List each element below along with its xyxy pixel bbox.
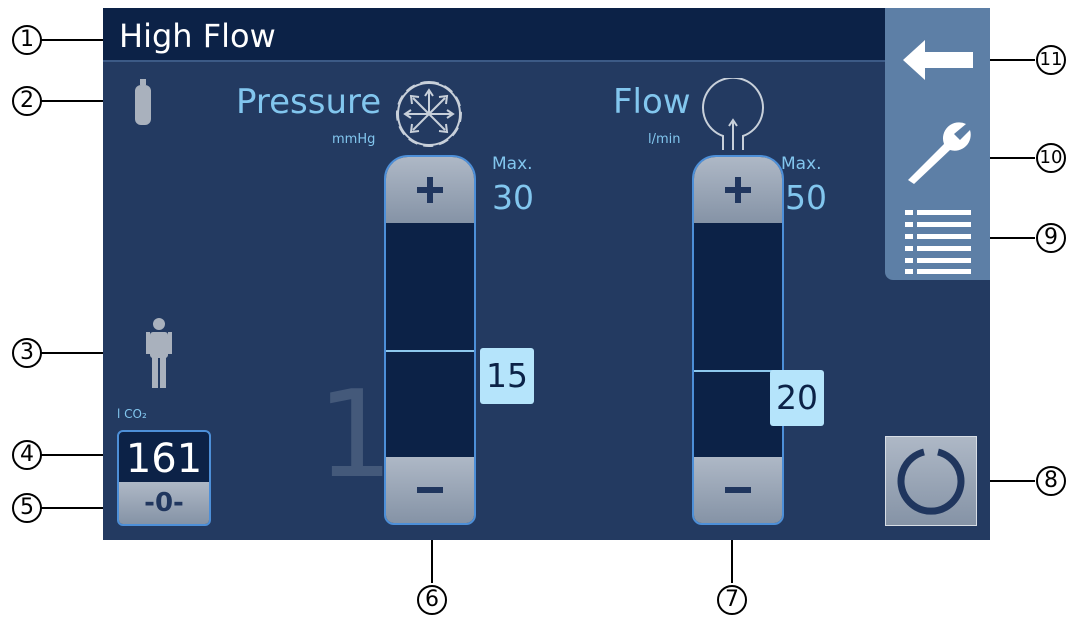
flow-max-label: Max. — [781, 154, 822, 174]
flow-max-value: 50 — [785, 178, 827, 217]
callout-7: 7 — [717, 585, 747, 615]
pressure-unit: mmHg — [332, 132, 376, 147]
flow-label: Flow — [613, 82, 691, 122]
back-button[interactable] — [885, 18, 990, 102]
wrench-icon — [907, 122, 971, 184]
pressure-max-label: Max. — [492, 154, 533, 174]
pressure-slider[interactable] — [384, 155, 476, 525]
mode-title: High Flow — [119, 17, 276, 55]
menu-button[interactable] — [885, 204, 990, 280]
callout-5: 5 — [12, 493, 42, 523]
radial-arrows-icon — [395, 81, 462, 147]
oxygen-cylinder-icon — [135, 79, 151, 125]
flow-level-line — [694, 370, 782, 372]
device-screen: High Flow Pressure mmHg Max. 30 15 Flow … — [103, 8, 990, 540]
pressure-max-value: 30 — [492, 178, 534, 217]
flow-unit: l/min — [648, 132, 681, 147]
back-arrow-icon — [902, 40, 973, 80]
callout-11: 11 — [1036, 45, 1066, 75]
flow-decrease-button[interactable] — [694, 457, 782, 523]
co2-volume-label: l CO₂ — [117, 407, 147, 421]
callout-2: 2 — [12, 86, 42, 116]
settings-button[interactable] — [885, 108, 990, 194]
minus-icon — [417, 487, 443, 493]
co2-volume-display: 161 -0- — [117, 430, 211, 526]
power-ring-icon — [897, 448, 965, 515]
power-button[interactable] — [885, 436, 977, 526]
flow-up-arrow-icon — [702, 78, 764, 150]
pressure-label: Pressure — [236, 82, 382, 122]
callout-9: 9 — [1036, 223, 1066, 253]
callout-10: 10 — [1036, 143, 1066, 173]
plus-icon — [725, 177, 751, 203]
co2-volume-value: 161 — [125, 436, 203, 482]
plus-icon — [417, 177, 443, 203]
side-panel — [885, 8, 990, 280]
callout-8: 8 — [1036, 466, 1066, 496]
menu-list-icon — [904, 210, 971, 274]
pressure-level-line — [386, 350, 474, 352]
flow-value: 20 — [770, 370, 824, 426]
minus-icon — [725, 487, 751, 493]
title-bar: High Flow — [103, 8, 885, 62]
callout-3: 3 — [12, 338, 42, 368]
callout-1: 1 — [12, 25, 42, 55]
callout-6: 6 — [417, 585, 447, 615]
callout-4: 4 — [12, 440, 42, 470]
stage-indicator: 1 — [317, 366, 394, 505]
flow-increase-button[interactable] — [694, 157, 782, 223]
pressure-increase-button[interactable] — [386, 157, 474, 223]
co2-reset-button[interactable]: -0- — [119, 482, 209, 524]
person-icon — [146, 318, 172, 388]
pressure-value: 15 — [480, 348, 534, 404]
pressure-decrease-button[interactable] — [386, 457, 474, 523]
flow-slider[interactable] — [692, 155, 784, 525]
